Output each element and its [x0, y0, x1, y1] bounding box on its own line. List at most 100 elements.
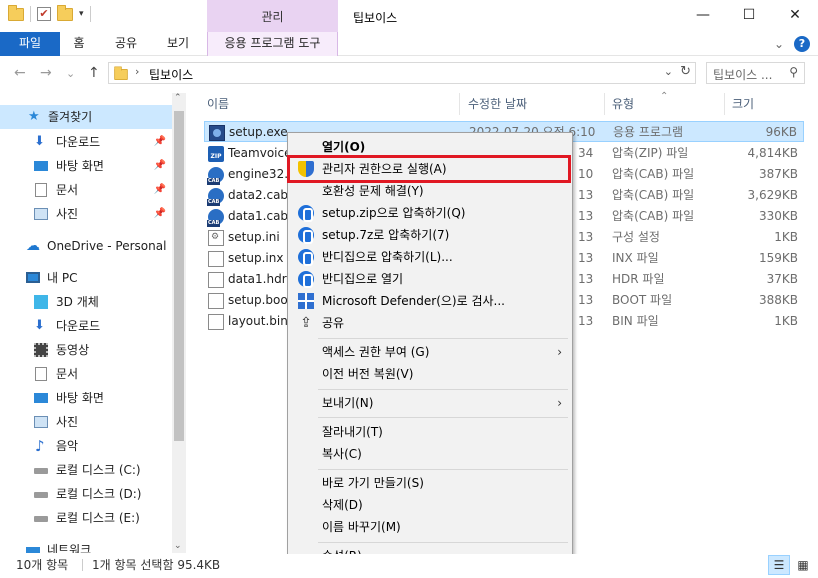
menu-item-compress-7z[interactable]: setup.7z로 압축하기(7) — [290, 224, 570, 246]
pin-icon: 📌 — [153, 184, 166, 195]
file-date: 13 — [578, 188, 594, 202]
column-header-size[interactable]: 크기 — [732, 93, 754, 117]
large-icons-view-icon[interactable]: ▦ — [792, 555, 814, 575]
column-divider[interactable] — [604, 93, 605, 115]
nav-item-onedrive[interactable]: ☁ OneDrive - Personal — [0, 234, 172, 258]
explorer-window: ✔ ▾ 관리 팁보이스 — ☐ ✕ 파일 홈 공유 보기 응용 프로그램 도구 … — [0, 0, 818, 578]
nav-item-drive-e[interactable]: 로컬 디스크 (E:) — [0, 506, 172, 530]
column-header-name[interactable]: 이름 — [207, 93, 229, 117]
menu-item-share[interactable]: ⇪ 공유 — [290, 312, 570, 334]
column-header-date[interactable]: 수정한 날짜 — [468, 93, 527, 117]
column-divider[interactable] — [724, 93, 725, 115]
menu-label: 이전 버전 복원(V) — [322, 367, 414, 381]
refresh-icon[interactable]: ↻ — [680, 64, 691, 79]
bandizip-icon — [298, 227, 314, 244]
nav-label: 네트워크 — [47, 543, 92, 553]
nav-item-pictures[interactable]: 사진 📌 — [0, 202, 172, 226]
file-icon — [208, 314, 224, 330]
file-type: 압축(CAB) 파일 — [612, 167, 695, 181]
menu-item-troubleshoot-compatibility[interactable]: 호환성 문제 해결(Y) — [290, 180, 570, 202]
scrollbar-thumb[interactable] — [174, 111, 184, 441]
menu-item-delete[interactable]: 삭제(D) — [290, 494, 570, 516]
ribbon-collapse-icon[interactable]: ⌄ — [774, 37, 784, 51]
nav-item-documents-pc[interactable]: 문서 — [0, 362, 172, 386]
menu-item-rename[interactable]: 이름 바꾸기(M) — [290, 516, 570, 538]
file-size: 4,814KB — [747, 146, 798, 160]
nav-item-desktop-pc[interactable]: 바탕 화면 — [0, 386, 172, 410]
back-button[interactable]: ← — [14, 65, 26, 81]
column-header-type[interactable]: 유형 — [612, 93, 634, 117]
minimize-button[interactable]: — — [680, 0, 726, 32]
address-bar[interactable]: › 팁보이스 ⌄ ↻ — [108, 62, 696, 84]
tab-view[interactable]: 보기 — [160, 32, 196, 56]
menu-item-open-bandizip[interactable]: 반디집으로 열기 — [290, 268, 570, 290]
nav-item-music[interactable]: ♪ 음악 — [0, 434, 172, 458]
nav-item-videos[interactable]: 동영상 — [0, 338, 172, 362]
properties-check-icon[interactable]: ✔ — [37, 7, 51, 21]
music-icon: ♪ — [35, 437, 45, 455]
nav-item-downloads-pc[interactable]: ⬇ 다운로드 — [0, 314, 172, 338]
submenu-arrow-icon: › — [557, 396, 562, 410]
selection-info: 1개 항목 선택함 95.4KB — [92, 558, 221, 572]
menu-label: 액세스 권한 부여 (G) — [322, 345, 430, 359]
nav-item-quick-access[interactable]: ★ 즐겨찾기 — [0, 105, 172, 129]
customize-toolbar-dropdown-icon[interactable]: ▾ — [79, 9, 84, 19]
scroll-down-icon[interactable]: ⌄ — [174, 541, 182, 551]
address-dropdown-icon[interactable]: ⌄ — [664, 65, 673, 78]
search-input[interactable]: 팁보이스 ... ⚲ — [706, 62, 805, 84]
recent-locations-icon[interactable]: ⌄ — [66, 67, 75, 80]
menu-item-send-to[interactable]: 보내기(N) › — [290, 392, 570, 414]
highlight-box — [287, 155, 571, 183]
search-placeholder: 팁보이스 ... — [713, 68, 773, 82]
window-title: 팁보이스 — [353, 11, 398, 25]
menu-item-copy[interactable]: 복사(C) — [290, 443, 570, 465]
ribbon-tabs: 파일 홈 공유 보기 응용 프로그램 도구 ⌄ ? — [0, 32, 818, 56]
menu-item-defender-scan[interactable]: Microsoft Defender(으)로 검사... — [290, 290, 570, 312]
nav-item-pictures-pc[interactable]: 사진 — [0, 410, 172, 434]
chevron-right-icon[interactable]: › — [135, 65, 139, 78]
up-button[interactable]: ↑ — [88, 65, 100, 81]
nav-item-drive-d[interactable]: 로컬 디스크 (D:) — [0, 482, 172, 506]
application-icon — [209, 125, 225, 141]
file-name: setup.ini — [228, 230, 280, 244]
tab-home[interactable]: 홈 — [66, 32, 92, 56]
nav-item-drive-c[interactable]: 로컬 디스크 (C:) — [0, 458, 172, 482]
nav-label: 3D 개체 — [56, 295, 99, 309]
menu-item-compress-zip[interactable]: setup.zip으로 압축하기(Q) — [290, 202, 570, 224]
menu-item-restore-previous[interactable]: 이전 버전 복원(V) — [290, 363, 570, 385]
navigation-scrollbar[interactable]: ⌃ ⌄ — [172, 93, 186, 553]
nav-item-this-pc[interactable]: 내 PC — [0, 266, 172, 290]
maximize-button[interactable]: ☐ — [726, 0, 772, 32]
nav-item-network[interactable]: 네트워크 — [0, 538, 172, 553]
nav-item-downloads[interactable]: ⬇ 다운로드 📌 — [0, 130, 172, 154]
menu-label: 잘라내기(T) — [322, 425, 383, 439]
menu-label: 바로 가기 만들기(S) — [322, 476, 424, 490]
nav-item-documents[interactable]: 문서 📌 — [0, 178, 172, 202]
tab-share[interactable]: 공유 — [108, 32, 144, 56]
address-path[interactable]: 팁보이스 — [149, 66, 193, 83]
column-divider[interactable] — [459, 93, 460, 115]
menu-label: 보내기(N) — [322, 396, 374, 410]
help-icon[interactable]: ? — [794, 36, 810, 52]
file-icon — [208, 293, 224, 309]
tab-application-tools[interactable]: 응용 프로그램 도구 — [207, 32, 338, 56]
new-folder-icon[interactable] — [57, 4, 73, 21]
nav-item-desktop[interactable]: 바탕 화면 📌 — [0, 154, 172, 178]
nav-item-3d-objects[interactable]: 3D 개체 — [0, 290, 172, 314]
folder-icon[interactable] — [8, 4, 24, 21]
menu-item-compress-bandizip[interactable]: 반디집으로 압축하기(L)... — [290, 246, 570, 268]
close-button[interactable]: ✕ — [772, 0, 818, 32]
scroll-up-icon[interactable]: ⌃ — [174, 93, 182, 103]
details-view-icon[interactable]: ☰ — [768, 555, 790, 575]
network-icon — [26, 547, 40, 553]
file-size: 3,629KB — [747, 188, 798, 202]
menu-item-give-access[interactable]: 액세스 권한 부여 (G) › — [290, 341, 570, 363]
forward-button[interactable]: → — [40, 65, 52, 81]
search-icon[interactable]: ⚲ — [789, 65, 798, 79]
tab-file[interactable]: 파일 — [0, 32, 60, 56]
pin-icon: 📌 — [153, 136, 166, 147]
bandizip-icon — [298, 271, 314, 288]
menu-item-create-shortcut[interactable]: 바로 가기 만들기(S) — [290, 472, 570, 494]
menu-item-cut[interactable]: 잘라내기(T) — [290, 421, 570, 443]
video-icon — [34, 343, 48, 357]
